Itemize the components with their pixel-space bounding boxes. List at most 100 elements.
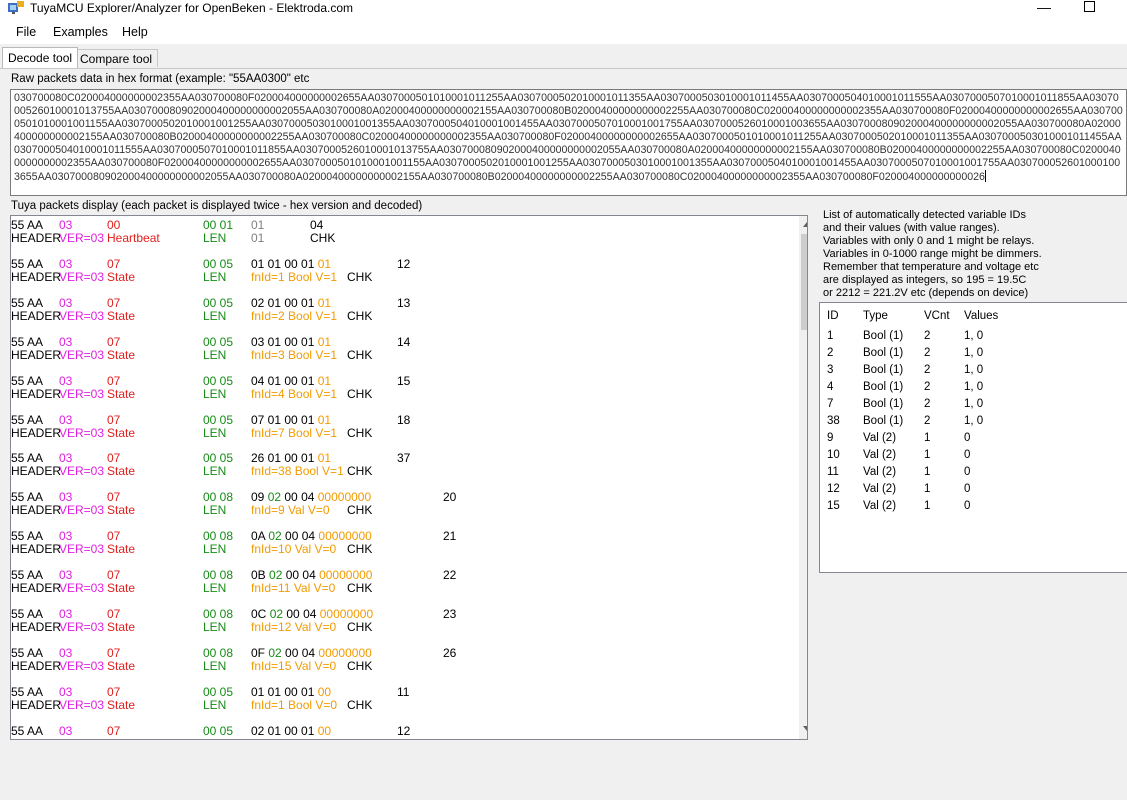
packet-header-hex: 55 AA: [11, 334, 44, 349]
variable-row[interactable]: 10 Val (2) 1 0: [820, 447, 1126, 464]
packet-header-label: HEADER: [11, 620, 62, 634]
packet-header-label: HEADER: [11, 425, 62, 440]
packet-checksum-label: CHK: [347, 347, 373, 362]
packet-payload-hex-part: 09: [251, 490, 268, 505]
menu-file[interactable]: File: [16, 25, 36, 39]
menu-help[interactable]: Help: [122, 25, 148, 39]
packet-checksum-label: CHK: [347, 542, 373, 557]
variable-type: Bool (1): [863, 415, 904, 427]
packet-payload-hex-part: 00: [317, 684, 332, 699]
packet-command-label: Heartbeat: [107, 231, 160, 245]
variable-row[interactable]: 2 Bool (1) 2 1, 0: [820, 345, 1126, 362]
variable-row[interactable]: 7 Bool (1) 2 1, 0: [820, 396, 1126, 413]
packet-payload-decoded-part: fnId=38 Bool V=1: [251, 464, 344, 479]
minimize-icon[interactable]: —: [1021, 0, 1067, 20]
packet-checksum-hex: 26: [443, 645, 457, 660]
packet-length-label: LEN: [203, 347, 227, 362]
column-header-vcnt[interactable]: VCnt: [924, 308, 950, 325]
packets-scrollbar[interactable]: [799, 216, 807, 739]
packet-header-label: HEADER: [11, 347, 62, 362]
scroll-down-arrow-icon[interactable]: [803, 726, 807, 731]
packet-header-label: HEADER: [11, 658, 62, 673]
column-header-values[interactable]: Values: [964, 308, 998, 325]
packet-command-label: State: [107, 308, 136, 323]
packet-command-label: State: [107, 464, 136, 479]
variable-values: 0: [964, 483, 971, 495]
scroll-thumb[interactable]: [801, 234, 807, 330]
packet-payload-hex-part: 01: [317, 373, 332, 388]
packet-length-hex: 00 05: [203, 412, 234, 427]
variable-vcnt: 2: [924, 347, 931, 359]
variable-id: 7: [827, 398, 834, 410]
menu-examples[interactable]: Examples: [53, 25, 108, 39]
packet-length-hex: 00 05: [203, 295, 234, 310]
variable-id: 11: [827, 466, 839, 478]
variable-row[interactable]: 4 Bool (1) 2 1, 0: [820, 379, 1126, 396]
column-header-id[interactable]: ID: [827, 308, 839, 325]
packet-length-label: LEN: [203, 697, 227, 712]
packet-header-label: HEADER: [11, 697, 62, 712]
variable-id: 15: [827, 500, 840, 512]
tab-decode-tool[interactable]: Decode tool: [2, 47, 79, 68]
packet-checksum-hex: 21: [443, 529, 457, 544]
packet-entry: 55 AA 03 07 00 05 04 01 00 01 01 15 HEADER VER=…: [11, 373, 791, 413]
variable-type: Val (2): [863, 466, 897, 478]
variable-row[interactable]: 38 Bool (1) 2 1, 0: [820, 413, 1126, 430]
packet-command-hex: 07: [107, 334, 121, 349]
packet-payload-decoded: fnId=3 Bool V=1: [251, 348, 337, 362]
variable-vcnt: 1: [924, 483, 931, 495]
packet-payload-decoded: fnId=2 Bool V=1: [251, 309, 337, 323]
packet-version-label: VER=03: [59, 231, 105, 245]
maximize-icon[interactable]: [1066, 0, 1112, 20]
packet-payload-decoded-part: fnId=10 Val V=0: [251, 542, 337, 557]
packet-payload-decoded: fnId=1 Bool V=0: [251, 698, 337, 712]
packet-version-label: VER=03: [59, 269, 105, 284]
variable-row[interactable]: 9 Val (2) 1 0: [820, 430, 1126, 447]
variable-id: 38: [827, 415, 840, 427]
packet-payload-hex-part: 01: [317, 412, 332, 427]
packet-checksum-label: CHK: [347, 697, 373, 712]
packet-command-hex: 07: [107, 645, 121, 660]
packet-payload-hex-part: 01: [317, 334, 332, 349]
variable-row[interactable]: 3 Bool (1) 2 1, 0: [820, 362, 1126, 379]
packet-entry: 55 AA 03 07 00 05 02 01 00 01 01 13 HEADER VER=…: [11, 295, 791, 335]
packet-payload-decoded-part: fnId=12 Val V=0: [251, 620, 337, 634]
variable-id: 3: [827, 364, 834, 376]
packet-command-label: State: [107, 697, 136, 712]
packet-entry: 55 AA 03 07 00 05 07 01 00 01 01 18 HEADER VER=…: [11, 412, 791, 452]
variable-row[interactable]: 11 Val (2) 1 0: [820, 464, 1126, 481]
packet-payload-decoded-part: fnId=1 Bool V=1: [251, 269, 338, 284]
variable-values: 1, 0: [964, 330, 984, 342]
variable-id: 4: [827, 381, 834, 393]
packets-display[interactable]: 55 AA 03 00 00 01 01 04 HEADER VER=03 Heartbeat L…: [10, 215, 808, 740]
tab-compare-tool[interactable]: Compare tool: [74, 49, 159, 67]
variable-row[interactable]: 12 Val (2) 1 0: [820, 481, 1126, 498]
variable-values: 1, 0: [964, 381, 984, 393]
variable-type: Val (2): [863, 500, 897, 512]
variable-values: 0: [964, 432, 971, 444]
packet-payload-hex-part: 0C: [251, 607, 270, 621]
column-header-type[interactable]: Type: [863, 308, 888, 325]
packet-checksum-hex: 20: [443, 490, 457, 505]
packet-payload-decoded-part: 01: [251, 231, 265, 245]
packet-payload-hex-part: 0A: [251, 529, 269, 544]
packet-payload-hex-part: 02: [268, 645, 282, 660]
packet-checksum-label: CHK: [347, 658, 373, 673]
packet-payload-hex-part: 00000000: [318, 645, 372, 660]
packet-command-hex: 07: [107, 684, 121, 699]
variables-table[interactable]: ID Type VCnt Values 1 Bool (1) 2 1, 0 2 Bool …: [819, 302, 1127, 573]
variable-row[interactable]: 1 Bool (1) 2 1, 0: [820, 328, 1126, 345]
raw-packets-textarea[interactable]: 030700080C020004000000002355AA030700080F…: [10, 89, 1127, 196]
packet-command-hex: 07: [107, 412, 121, 427]
packet-header-hex: 55 AA: [11, 295, 44, 310]
variable-row[interactable]: 15 Val (2) 1 0: [820, 498, 1126, 515]
packet-payload-decoded-part: fnId=11 Val V=0: [251, 581, 336, 596]
scroll-up-arrow-icon[interactable]: [803, 222, 807, 227]
packet-version-label: VER=03: [59, 581, 105, 596]
packet-header-label: HEADER: [11, 231, 62, 245]
packet-header-label: HEADER: [11, 386, 62, 401]
packet-version-label: VER=03: [59, 658, 105, 673]
packet-length-hex: 00 05: [203, 684, 234, 699]
packet-length-label: LEN: [203, 386, 227, 401]
packet-entry: 55 AA 03 07 00 05 03 01 00 01 01 14 HEADER VER=…: [11, 334, 791, 374]
